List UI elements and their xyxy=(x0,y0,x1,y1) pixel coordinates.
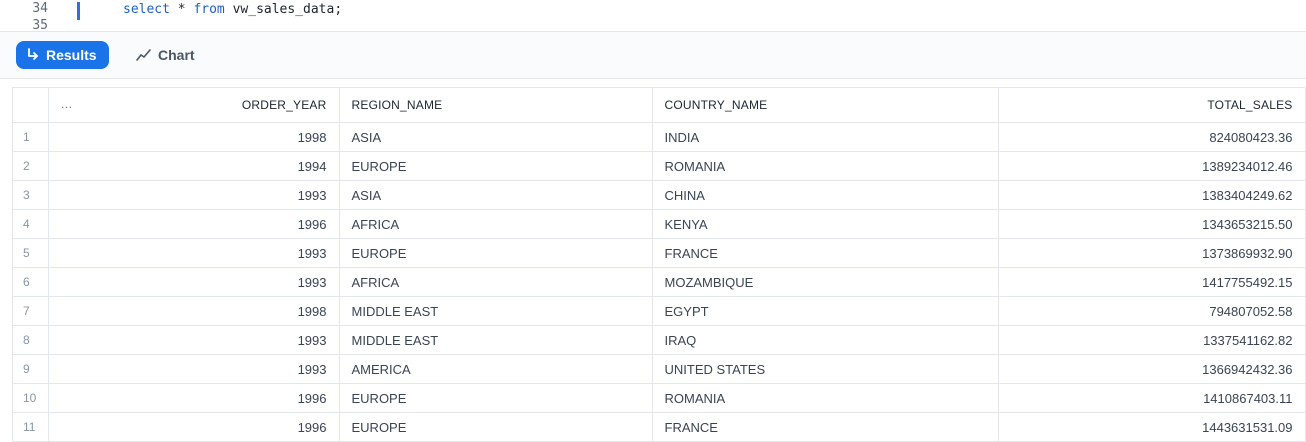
column-header-label: ORDER_YEAR xyxy=(241,98,327,112)
code-line[interactable]: select * from vw_sales_data; xyxy=(123,2,342,17)
row-number: 10 xyxy=(13,383,49,413)
cell-total-sales[interactable]: 1443631531.09 xyxy=(998,412,1306,442)
sql-editor[interactable]: 34 35 select * from vw_sales_data; xyxy=(0,0,1306,31)
code-text: vw_sales_data; xyxy=(224,2,343,17)
table-row[interactable]: 1 1998 ASIA INDIA 824080423.36 xyxy=(13,122,1306,152)
cell-order-year[interactable]: 1993 xyxy=(48,267,340,297)
cell-order-year[interactable]: 1996 xyxy=(48,383,340,413)
cell-country-name[interactable]: INDIA xyxy=(652,122,999,152)
cell-region-name[interactable]: EUROPE xyxy=(339,412,653,442)
table-row[interactable]: 5 1993 EUROPE FRANCE 1373869932.90 xyxy=(13,238,1306,268)
table-row[interactable]: 6 1993 AFRICA MOZAMBIQUE 1417755492.15 xyxy=(13,267,1306,297)
keyword: select xyxy=(123,2,170,17)
cell-region-name[interactable]: AFRICA xyxy=(339,267,653,297)
results-label: Results xyxy=(46,47,97,63)
cell-country-name[interactable]: CHINA xyxy=(652,180,999,210)
cell-order-year[interactable]: 1993 xyxy=(48,238,340,268)
row-number: 11 xyxy=(13,412,49,442)
row-number: 7 xyxy=(13,296,49,326)
results-toolbar: Results Chart xyxy=(0,31,1306,79)
results-tab-button[interactable]: Results xyxy=(16,41,109,69)
results-table: … ORDER_YEAR REGION_NAME COUNTRY_NAME TO… xyxy=(13,88,1306,442)
cell-region-name[interactable]: EUROPE xyxy=(339,151,653,181)
cell-total-sales[interactable]: 1389234012.46 xyxy=(998,151,1306,181)
table-row[interactable]: 3 1993 ASIA CHINA 1383404249.62 xyxy=(13,180,1306,210)
cell-country-name[interactable]: EGYPT xyxy=(652,296,999,326)
cell-country-name[interactable]: UNITED STATES xyxy=(652,354,999,384)
cell-order-year[interactable]: 1994 xyxy=(48,151,340,181)
chart-tab-button[interactable]: Chart xyxy=(128,41,203,69)
row-number: 6 xyxy=(13,267,49,297)
row-number: 1 xyxy=(13,122,49,152)
row-number-header xyxy=(13,88,49,123)
table-row[interactable]: 10 1996 EUROPE ROMANIA 1410867403.11 xyxy=(13,383,1306,413)
code-text: * xyxy=(169,2,194,17)
return-arrow-icon xyxy=(28,48,38,60)
table-row[interactable]: 7 1998 MIDDLE EAST EGYPT 794807052.58 xyxy=(13,296,1306,326)
cell-country-name[interactable]: FRANCE xyxy=(652,412,999,442)
table-row[interactable]: 11 1996 EUROPE FRANCE 1443631531.09 xyxy=(13,412,1306,442)
row-number: 4 xyxy=(13,209,49,239)
cell-region-name[interactable]: AFRICA xyxy=(339,209,653,239)
cell-order-year[interactable]: 1998 xyxy=(48,122,340,152)
column-header-country-name[interactable]: COUNTRY_NAME xyxy=(652,88,999,123)
row-number: 9 xyxy=(13,354,49,384)
line-number: 35 xyxy=(32,18,48,31)
cell-region-name[interactable]: EUROPE xyxy=(339,238,653,268)
cell-country-name[interactable]: ROMANIA xyxy=(652,151,999,181)
table-row[interactable]: 4 1996 AFRICA KENYA 1343653215.50 xyxy=(13,209,1306,239)
row-number: 5 xyxy=(13,238,49,268)
row-number: 2 xyxy=(13,151,49,181)
cell-country-name[interactable]: FRANCE xyxy=(652,238,999,268)
cell-order-year[interactable]: 1996 xyxy=(48,209,340,239)
table-row[interactable]: 9 1993 AMERICA UNITED STATES 1366942432.36 xyxy=(13,354,1306,384)
row-number: 8 xyxy=(13,325,49,355)
cell-region-name[interactable]: ASIA xyxy=(339,180,653,210)
column-header-order-year[interactable]: … ORDER_YEAR xyxy=(48,88,340,123)
cell-order-year[interactable]: 1993 xyxy=(48,180,340,210)
cell-country-name[interactable]: ROMANIA xyxy=(652,383,999,413)
cell-total-sales[interactable]: 1417755492.15 xyxy=(998,267,1306,297)
line-chart-icon xyxy=(136,49,151,61)
cell-total-sales[interactable]: 1410867403.11 xyxy=(998,383,1306,413)
cell-total-sales[interactable]: 824080423.36 xyxy=(998,122,1306,152)
column-header-region-name[interactable]: REGION_NAME xyxy=(339,88,653,123)
cell-order-year[interactable]: 1996 xyxy=(48,412,340,442)
table-row[interactable]: 2 1994 EUROPE ROMANIA 1389234012.46 xyxy=(13,151,1306,181)
cell-total-sales[interactable]: 1383404249.62 xyxy=(998,180,1306,210)
cell-order-year[interactable]: 1993 xyxy=(48,354,340,384)
row-number: 3 xyxy=(13,180,49,210)
cell-order-year[interactable]: 1993 xyxy=(48,325,340,355)
cell-total-sales[interactable]: 1343653215.50 xyxy=(998,209,1306,239)
cell-region-name[interactable]: AMERICA xyxy=(339,354,653,384)
cell-order-year[interactable]: 1998 xyxy=(48,296,340,326)
cell-total-sales[interactable]: 1366942432.36 xyxy=(998,354,1306,384)
keyword: from xyxy=(193,2,225,17)
table-row[interactable]: 8 1993 MIDDLE EAST IRAQ 1337541162.82 xyxy=(13,325,1306,355)
cell-total-sales[interactable]: 1373869932.90 xyxy=(998,238,1306,268)
cell-country-name[interactable]: KENYA xyxy=(652,209,999,239)
results-grid: … ORDER_YEAR REGION_NAME COUNTRY_NAME TO… xyxy=(12,87,1306,442)
cell-region-name[interactable]: MIDDLE EAST xyxy=(339,296,653,326)
cell-total-sales[interactable]: 1337541162.82 xyxy=(998,325,1306,355)
line-number: 34 xyxy=(32,1,48,16)
column-header-total-sales[interactable]: TOTAL_SALES xyxy=(998,88,1306,123)
header-row: … ORDER_YEAR REGION_NAME COUNTRY_NAME TO… xyxy=(13,88,1306,123)
cell-region-name[interactable]: EUROPE xyxy=(339,383,653,413)
column-menu-icon[interactable]: … xyxy=(61,97,73,111)
active-line-marker xyxy=(77,2,80,20)
cell-region-name[interactable]: ASIA xyxy=(339,122,653,152)
cell-country-name[interactable]: IRAQ xyxy=(652,325,999,355)
cell-country-name[interactable]: MOZAMBIQUE xyxy=(652,267,999,297)
cell-region-name[interactable]: MIDDLE EAST xyxy=(339,325,653,355)
chart-label: Chart xyxy=(158,47,195,63)
cell-total-sales[interactable]: 794807052.58 xyxy=(998,296,1306,326)
